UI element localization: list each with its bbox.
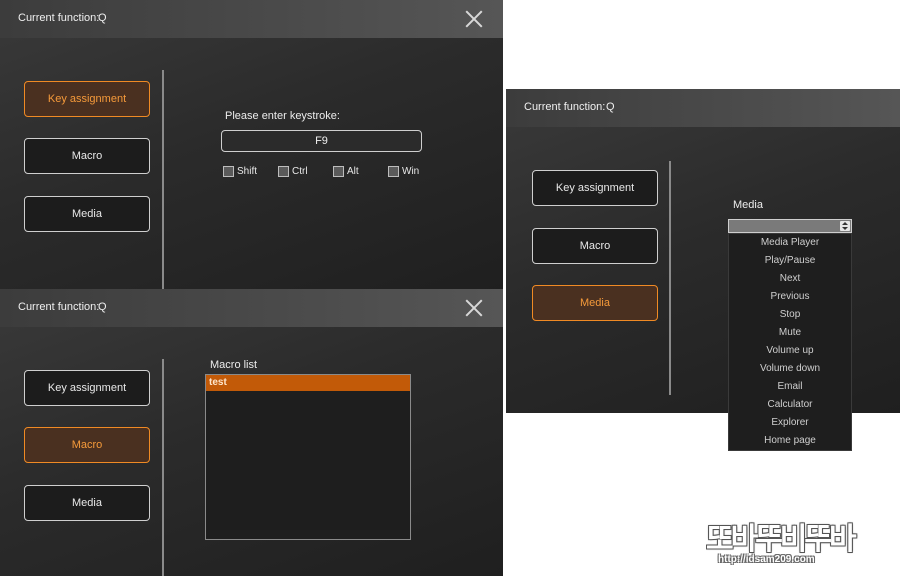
alt-label: Alt — [347, 166, 359, 177]
dropdown-option[interactable]: Mute — [729, 324, 851, 342]
dropdown-option[interactable]: Next — [729, 270, 851, 288]
dropdown-option[interactable]: Home page — [729, 432, 851, 450]
dropdown-option[interactable]: Play/Pause — [729, 252, 851, 270]
macro-button[interactable]: Macro — [532, 228, 658, 264]
key-assignment-window: Current function: Q Key assignment Macro… — [0, 0, 503, 292]
watermark-url: http://idsam209.com — [718, 554, 815, 565]
dropdown-option[interactable]: Volume up — [729, 342, 851, 360]
key-assignment-button[interactable]: Key assignment — [24, 370, 150, 406]
key-assignment-button[interactable]: Key assignment — [532, 170, 658, 206]
macro-list-label: Macro list — [210, 359, 258, 371]
titlebar: Current function: Q — [0, 289, 503, 327]
divider — [669, 161, 671, 395]
shift-label: Shift — [237, 166, 258, 177]
close-icon[interactable] — [465, 10, 483, 28]
dropdown-option[interactable]: Media Player — [729, 234, 851, 252]
dropdown-option[interactable]: Email — [729, 378, 851, 396]
media-label: Media — [733, 199, 763, 211]
alt-checkbox[interactable] — [333, 166, 344, 177]
dropdown-option[interactable]: Calculator — [729, 396, 851, 414]
titlebar: Current function: Q — [0, 0, 503, 38]
divider — [162, 359, 164, 576]
media-button[interactable]: Media — [24, 485, 150, 521]
key-assignment-button[interactable]: Key assignment — [24, 81, 150, 117]
keystroke-input[interactable]: F9 — [221, 130, 422, 152]
dropdown-option[interactable]: Previous — [729, 288, 851, 306]
spinner-arrows-icon[interactable] — [840, 221, 850, 231]
macro-button[interactable]: Macro — [24, 138, 150, 174]
ctrl-label: Ctrl — [292, 166, 308, 177]
current-function-value: Q — [606, 101, 615, 113]
close-icon[interactable] — [465, 299, 483, 317]
macro-button[interactable]: Macro — [24, 427, 150, 463]
media-select[interactable] — [728, 219, 852, 233]
dropdown-option[interactable]: Volume down — [729, 360, 851, 378]
dropdown-option[interactable]: Stop — [729, 306, 851, 324]
win-label: Win — [402, 166, 420, 177]
macro-window: Current function: Q Key assignment Macro… — [0, 289, 503, 576]
media-button[interactable]: Media — [24, 196, 150, 232]
watermark-text: 또바뚜비뚜바 — [706, 523, 857, 554]
ctrl-checkbox[interactable] — [278, 166, 289, 177]
titlebar: Current function: Q — [506, 89, 900, 127]
current-function-value: Q — [98, 12, 107, 24]
current-function-value: Q — [98, 301, 107, 313]
current-function-label: Current function: — [524, 101, 606, 113]
divider — [162, 70, 164, 292]
keystroke-label: Please enter keystroke: — [225, 110, 340, 122]
media-dropdown[interactable]: Media Player Play/Pause Next Previous St… — [728, 233, 852, 451]
macro-list[interactable]: test — [205, 374, 411, 540]
shift-checkbox[interactable] — [223, 166, 234, 177]
watermark-logo: 또바뚜비뚜바 http://idsam209.com — [706, 514, 890, 570]
media-button[interactable]: Media — [532, 285, 658, 321]
win-checkbox[interactable] — [388, 166, 399, 177]
current-function-label: Current function: — [18, 12, 100, 24]
dropdown-option[interactable]: Explorer — [729, 414, 851, 432]
list-item[interactable]: test — [206, 375, 410, 391]
current-function-label: Current function: — [18, 301, 100, 313]
